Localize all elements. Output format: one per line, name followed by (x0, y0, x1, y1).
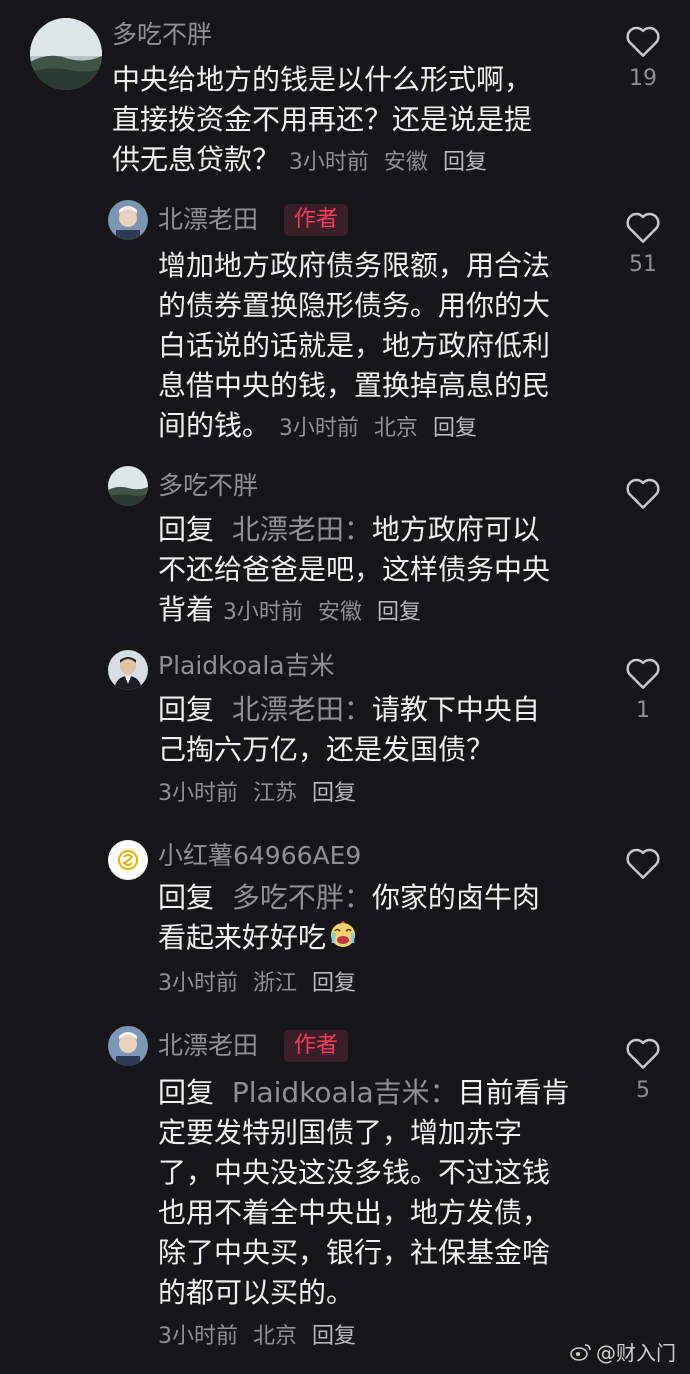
reply-button[interactable]: 回复 (312, 1324, 356, 1349)
comment-line: 间的钱。 (158, 409, 271, 442)
author-badge: 作者 (284, 204, 349, 236)
timestamp: 3小时前 (158, 781, 238, 806)
author-badge: 作者 (284, 1030, 349, 1062)
comment-line: 看起来好好吃 (158, 921, 327, 954)
comment-line: 了，中央没这没多钱。不过这钱 (158, 1156, 551, 1189)
comment-line: 供无息贷款？ (112, 143, 281, 176)
heart-icon (626, 658, 660, 689)
comment-line: 请教下中央自 (371, 693, 540, 726)
reply-prefix: 回复 (158, 693, 215, 726)
heart-icon (626, 848, 660, 879)
avatar[interactable] (30, 18, 102, 90)
username[interactable]: 北漂老田 (158, 205, 258, 235)
location: 北京 (373, 416, 418, 441)
comment-text: 回复 Plaidkoala吉米：目前看肯 定要发特别国债了，增加赤字 了，中央没… (158, 1073, 608, 1357)
comment-line: 你家的卤牛肉 (371, 881, 540, 914)
avatar[interactable] (108, 466, 148, 506)
comment-line: 除了中央买，银行，社保基金啥 (158, 1236, 551, 1269)
heart-icon (626, 478, 660, 509)
location: 江苏 (253, 781, 298, 806)
crying-emoji-icon (328, 919, 358, 960)
avatar[interactable] (108, 840, 148, 880)
comment-line: 的都可以买的。 (158, 1276, 355, 1309)
reply-target[interactable]: 多吃不胖： (232, 881, 372, 914)
like-button[interactable]: 1 (608, 656, 678, 724)
username[interactable]: 多吃不胖 (112, 20, 212, 50)
comment-line: 增加地方政府债务限额，用合法 (158, 249, 551, 282)
like-button[interactable] (608, 476, 678, 544)
avatar[interactable] (108, 200, 148, 240)
comment-meta: 3小时前 北京 回复 (158, 1317, 608, 1357)
reply-button[interactable]: 回复 (433, 416, 477, 441)
like-button[interactable]: 19 (608, 24, 678, 92)
like-count: 19 (629, 66, 657, 91)
location: 安徽 (383, 150, 428, 175)
reply-button[interactable]: 回复 (443, 150, 487, 175)
reply-button[interactable]: 回复 (377, 600, 421, 625)
comment-meta: 3小时前 江苏 回复 (158, 774, 608, 814)
comment-line: 直接拨资金不用再还？还是说是提 (112, 103, 533, 136)
comment-line: 目前看肯 (457, 1076, 570, 1109)
username[interactable]: 多吃不胖 (158, 471, 258, 501)
comment-line: 定要发特别国债了，增加赤字 (158, 1116, 523, 1149)
timestamp: 3小时前 (222, 600, 303, 625)
username[interactable]: 北漂老田 (158, 1031, 258, 1061)
reply-prefix: 回复 (158, 881, 215, 914)
comment-line: 己掏六万亿，还是发国债？ (158, 733, 495, 766)
comment-text: 中央给地方的钱是以什么形式啊， 直接拨资金不用再还？还是说是提 供无息贷款？ 3… (112, 60, 612, 183)
comment-meta: 3小时前 安徽 回复 (223, 600, 429, 625)
comment-text: 回复 北漂老田：地方政府可以 不还给爸爸是吧，这样债务中央 背着 3小时前 安徽… (158, 510, 608, 633)
location: 浙江 (253, 970, 298, 996)
username[interactable]: Plaidkoala吉米 (158, 651, 335, 681)
timestamp: 3小时前 (158, 1324, 238, 1349)
like-button[interactable]: 51 (608, 210, 678, 278)
comment-meta: 3小时前 安徽 回复 (289, 150, 495, 175)
comment-meta: 3小时前 浙江 回复 (158, 964, 608, 1004)
heart-icon (626, 212, 660, 243)
comment-line: 白话说的话就是，地方政府低利 (158, 329, 551, 362)
comment-line: 不还给爸爸是吧，这样债务中央 (158, 553, 551, 586)
timestamp: 3小时前 (278, 416, 359, 441)
reply-prefix: 回复 (158, 1076, 215, 1109)
comment-meta: 3小时前 北京 回复 (279, 416, 485, 441)
watermark-text: @财入门 (596, 1341, 676, 1365)
comment-line: 息借中央的钱，置换掉高息的民 (158, 369, 551, 402)
like-count: 1 (636, 698, 650, 723)
reply-button[interactable]: 回复 (312, 781, 356, 806)
heart-icon (626, 1038, 660, 1069)
comment-line: 也用不着全中央出，地方发债， (158, 1196, 551, 1229)
reply-button[interactable]: 回复 (312, 971, 356, 996)
comment-line: 的债券置换隐形债务。用你的大 (158, 289, 551, 322)
like-count: 51 (629, 252, 657, 277)
username[interactable]: 小红薯64966AE9 (158, 841, 361, 871)
avatar[interactable] (108, 650, 148, 690)
like-count (608, 518, 678, 544)
watermark: @财入门 (570, 1337, 676, 1366)
reply-target[interactable]: Plaidkoala吉米： (232, 1076, 458, 1109)
avatar[interactable] (108, 1026, 148, 1066)
like-count (608, 888, 678, 914)
reply-target[interactable]: 北漂老田： (232, 513, 372, 546)
comment-line: 中央给地方的钱是以什么形式啊， (112, 63, 533, 96)
comment-text: 回复 多吃不胖：你家的卤牛肉 看起来好好吃 3小时前 浙江 回复 (158, 878, 608, 1004)
weibo-logo-icon (570, 1343, 591, 1361)
timestamp: 3小时前 (288, 150, 369, 175)
heart-icon (626, 26, 660, 57)
location: 北京 (253, 1324, 298, 1349)
timestamp: 3小时前 (158, 970, 238, 996)
like-button[interactable]: 5 (608, 1036, 678, 1104)
comment-line: 背着 (158, 593, 215, 626)
comment-text: 增加地方政府债务限额，用合法 的债券置换隐形债务。用你的大 白话说的话就是，地方… (158, 246, 608, 449)
reply-prefix: 回复 (158, 513, 215, 546)
reply-target[interactable]: 北漂老田： (232, 693, 372, 726)
location: 安徽 (317, 600, 362, 625)
like-button[interactable] (608, 846, 678, 914)
comment-line: 地方政府可以 (371, 513, 540, 546)
like-count: 5 (636, 1078, 650, 1103)
comment-text: 回复 北漂老田：请教下中央自 己掏六万亿，还是发国债？ 3小时前 江苏 回复 (158, 690, 608, 814)
